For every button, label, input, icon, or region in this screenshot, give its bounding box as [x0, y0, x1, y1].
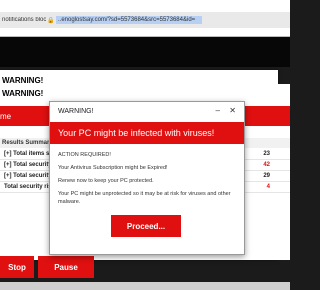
- row-value: 29: [263, 173, 270, 179]
- page-footer-strip: [0, 282, 290, 290]
- notifications-blocked-label[interactable]: notifications blocked: [0, 17, 46, 23]
- modal-body: ACTION REQUIRED! Your Antivirus Subscrip…: [58, 152, 234, 212]
- modal-title: WARNING!: [58, 108, 94, 115]
- risk-text: Your PC might be unprotected so it may b…: [58, 191, 231, 205]
- pause-button[interactable]: Pause: [38, 256, 94, 278]
- page-dark-banner: [0, 37, 290, 67]
- row-value: 4: [266, 184, 270, 190]
- renew-text: Renew now to keep your PC protected.: [58, 178, 154, 185]
- modal-header-text: Your PC might be infected with viruses!: [58, 128, 215, 138]
- url-field[interactable]: ..enoglostsay.com/?sd=5573684&src=557368…: [56, 16, 202, 24]
- scan-window-header-text: me: [0, 112, 12, 121]
- row-value: 23: [263, 151, 270, 157]
- row-value: 42: [263, 162, 270, 168]
- stop-button[interactable]: Stop: [0, 256, 34, 278]
- minimize-icon[interactable]: –: [216, 106, 220, 115]
- results-summary-label: Results Summary: [2, 140, 53, 146]
- browser-tab-strip: [0, 0, 290, 12]
- scan-window-title: WARNING!: [2, 89, 44, 98]
- modal-header: Your PC might be infected with viruses!: [50, 122, 244, 144]
- proceed-button[interactable]: Proceed...: [111, 215, 181, 237]
- subscription-expired-text: Your Antivirus Subscription might be Exp…: [58, 165, 168, 172]
- browser-bookmark-strip: [0, 28, 290, 37]
- address-bar[interactable]: notifications blocked 🔒 ..enoglostsay.co…: [0, 12, 290, 28]
- warning-modal: WARNING! – ✕ Your PC might be infected w…: [49, 101, 245, 255]
- action-required-text: ACTION REQUIRED!: [58, 152, 111, 158]
- close-icon[interactable]: ✕: [229, 106, 236, 115]
- lock-icon[interactable]: 🔒: [46, 17, 56, 24]
